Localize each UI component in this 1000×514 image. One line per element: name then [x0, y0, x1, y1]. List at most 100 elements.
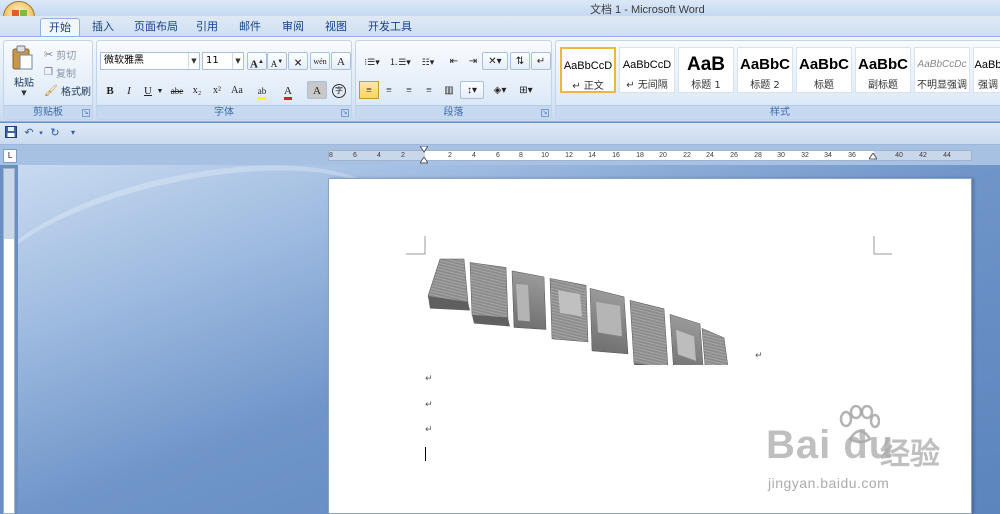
grow-font-button[interactable]: A▲	[247, 52, 267, 71]
ruler-tick: 42	[919, 152, 927, 159]
font-launcher-icon[interactable]: ↘	[341, 109, 349, 117]
paste-dropdown-icon[interactable]: ▼	[10, 89, 38, 97]
styles-label-text: 样式	[770, 107, 790, 118]
chinese-layout-button[interactable]: ✕▾	[482, 52, 508, 70]
distribute-button[interactable]: ▥	[439, 81, 459, 99]
shrink-font-button[interactable]: A▼	[267, 52, 287, 70]
enclose-char-button[interactable]: 字	[329, 81, 349, 99]
paragraph-launcher-icon[interactable]: ↘	[541, 109, 549, 117]
ruler-tick: 40	[895, 152, 903, 159]
paragraph-mark: ↵	[425, 425, 433, 435]
font-color-button[interactable]: A	[277, 81, 299, 100]
align-right-button[interactable]: ≡	[399, 81, 419, 99]
underline-dropdown-icon[interactable]: ▼	[155, 81, 165, 99]
tab-review[interactable]: 审阅	[274, 18, 312, 36]
vertical-ruler[interactable]	[3, 168, 15, 514]
style-normal[interactable]: AaBbCcD ↵ 正文	[560, 47, 616, 93]
clipboard-launcher-icon[interactable]: ↘	[82, 109, 90, 117]
paste-button[interactable]: 粘贴 ▼	[10, 45, 38, 97]
customize-qat-icon[interactable]: ▾	[66, 126, 80, 140]
bold-button[interactable]: B	[100, 81, 120, 99]
style-sample: AaBbC	[857, 56, 908, 73]
highlight-glyph: ab	[257, 85, 267, 100]
redo-icon[interactable]: ↻	[48, 126, 62, 140]
italic-button[interactable]: I	[119, 81, 139, 99]
watermark-cn: 经验	[880, 437, 940, 472]
line-spacing-button[interactable]: ↕▾	[460, 81, 484, 99]
tab-selector-icon[interactable]: L	[3, 149, 17, 163]
increase-indent-button[interactable]: ⇥	[463, 52, 483, 70]
watermark-url: jingyan.baidu.com	[768, 475, 890, 491]
style-name: 标题 2	[750, 80, 780, 91]
bullets-button[interactable]: ⁝☰▾	[359, 52, 385, 70]
style-title[interactable]: AaBbC 标题	[796, 47, 852, 93]
ruler-tick: 10	[541, 152, 549, 159]
justify-button[interactable]: ≡	[419, 81, 439, 99]
paragraph-mark: ↵	[425, 374, 433, 384]
style-sample: AaB	[686, 54, 725, 75]
multilevel-list-button[interactable]: ☷▾	[415, 52, 441, 70]
borders-button[interactable]: ⊞▾	[514, 81, 538, 99]
change-case-button[interactable]: Aa	[227, 81, 247, 99]
decrease-indent-button[interactable]: ⇤	[444, 52, 464, 70]
superscript-button[interactable]: x²	[207, 81, 227, 99]
grow-font-glyph: A	[250, 58, 258, 71]
style-subtle-emphasis[interactable]: AaBbCcDc 不明显强调	[914, 47, 970, 93]
format-painter-button[interactable]: 🖌 格式刷	[44, 81, 91, 99]
copy-button[interactable]: ❐ 复制	[44, 63, 76, 81]
clear-format-button[interactable]: 🗙	[288, 52, 308, 70]
highlight-button[interactable]: ab	[251, 81, 273, 100]
window-title: 文档 1 - Microsoft Word	[590, 4, 705, 16]
styles-group: AaBbCcD ↵ 正文 AaBbCcD ↵ 无间隔 AaB 标题 1 AaBb…	[555, 40, 1000, 120]
clipboard-label-text: 剪贴板	[33, 107, 63, 118]
shading-button[interactable]: ◈▾	[488, 81, 512, 99]
ruler-tick: 32	[801, 152, 809, 159]
save-icon[interactable]	[4, 126, 18, 140]
tab-developer[interactable]: 开发工具	[360, 18, 420, 36]
vruler-top-margin	[4, 169, 14, 239]
crop-mark-top-right	[873, 236, 892, 255]
char-border-button[interactable]: A	[331, 52, 351, 70]
tab-view[interactable]: 视图	[317, 18, 355, 36]
copy-icon: ❐	[44, 66, 53, 78]
text-cursor	[425, 447, 426, 461]
style-heading-1[interactable]: AaB 标题 1	[678, 47, 734, 93]
ruler-tick: 6	[353, 152, 357, 159]
tab-insert[interactable]: 插入	[84, 18, 122, 36]
tab-page-layout[interactable]: 页面布局	[126, 18, 186, 36]
first-line-indent-icon[interactable]	[420, 146, 428, 154]
style-subtitle[interactable]: AaBbC 副标题	[855, 47, 911, 93]
tab-references[interactable]: 引用	[188, 18, 226, 36]
subscript-button[interactable]: x₂	[187, 81, 207, 99]
show-marks-button[interactable]: ↵	[531, 52, 551, 70]
tab-home[interactable]: 开始	[40, 18, 80, 36]
baidu-watermark: Bai du 经验 jingyan.baidu.com	[758, 405, 948, 505]
phonetic-guide-button[interactable]: wén	[310, 52, 330, 70]
ruler-tick: 8	[329, 152, 333, 159]
scissors-icon: ✂	[44, 47, 54, 61]
tab-mailings[interactable]: 邮件	[231, 18, 269, 36]
right-indent-icon[interactable]	[869, 153, 877, 161]
ruler-tick: 4	[472, 152, 476, 159]
font-family-select[interactable]: 微软雅黑 ▼	[100, 52, 200, 70]
ruler-tick: 2	[401, 152, 405, 159]
wordart-3d-text[interactable]	[424, 255, 736, 365]
ruler-tick: 12	[565, 152, 573, 159]
align-center-button[interactable]: ≡	[379, 81, 399, 99]
undo-dropdown-icon[interactable]: ▾	[34, 126, 48, 140]
numbering-button[interactable]: ⒈☰▾	[387, 52, 413, 70]
cut-button[interactable]: ✂ 剪切	[44, 45, 76, 63]
ruler-tick: 34	[824, 152, 832, 159]
phonetic-glyph: wén	[313, 57, 327, 66]
strikethrough-button[interactable]: abe	[167, 81, 187, 99]
hanging-indent-icon[interactable]	[420, 157, 428, 165]
char-shading-button[interactable]: A	[307, 81, 327, 99]
style-heading-2[interactable]: AaBbC 标题 2	[737, 47, 793, 93]
sort-button[interactable]: ⇅	[510, 52, 530, 70]
align-left-button[interactable]: ≡	[359, 81, 379, 99]
style-no-spacing[interactable]: AaBbCcD ↵ 无间隔	[619, 47, 675, 93]
floppy-icon	[5, 126, 17, 138]
font-size-select[interactable]: 11 ▼	[202, 52, 244, 70]
style-emphasis[interactable]: AaBb 强调	[973, 47, 1000, 93]
ruler-tick: 18	[636, 152, 644, 159]
